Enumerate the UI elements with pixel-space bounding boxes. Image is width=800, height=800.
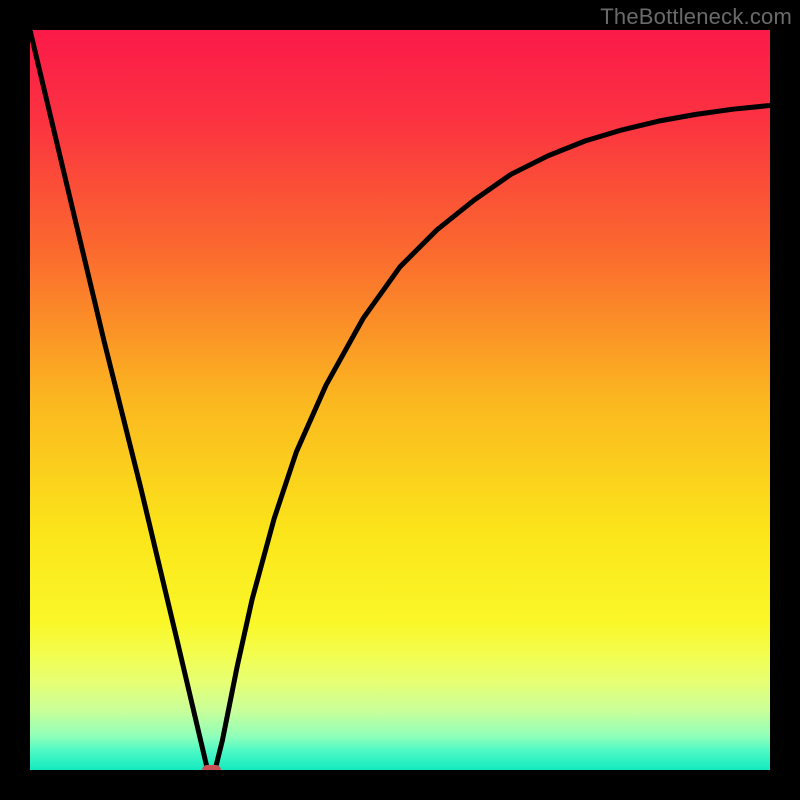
chart-frame: TheBottleneck.com [0,0,800,800]
watermark-text: TheBottleneck.com [600,4,792,30]
plot-area [30,30,770,770]
optimal-point-marker [202,765,221,770]
bottleneck-curve [30,30,770,770]
